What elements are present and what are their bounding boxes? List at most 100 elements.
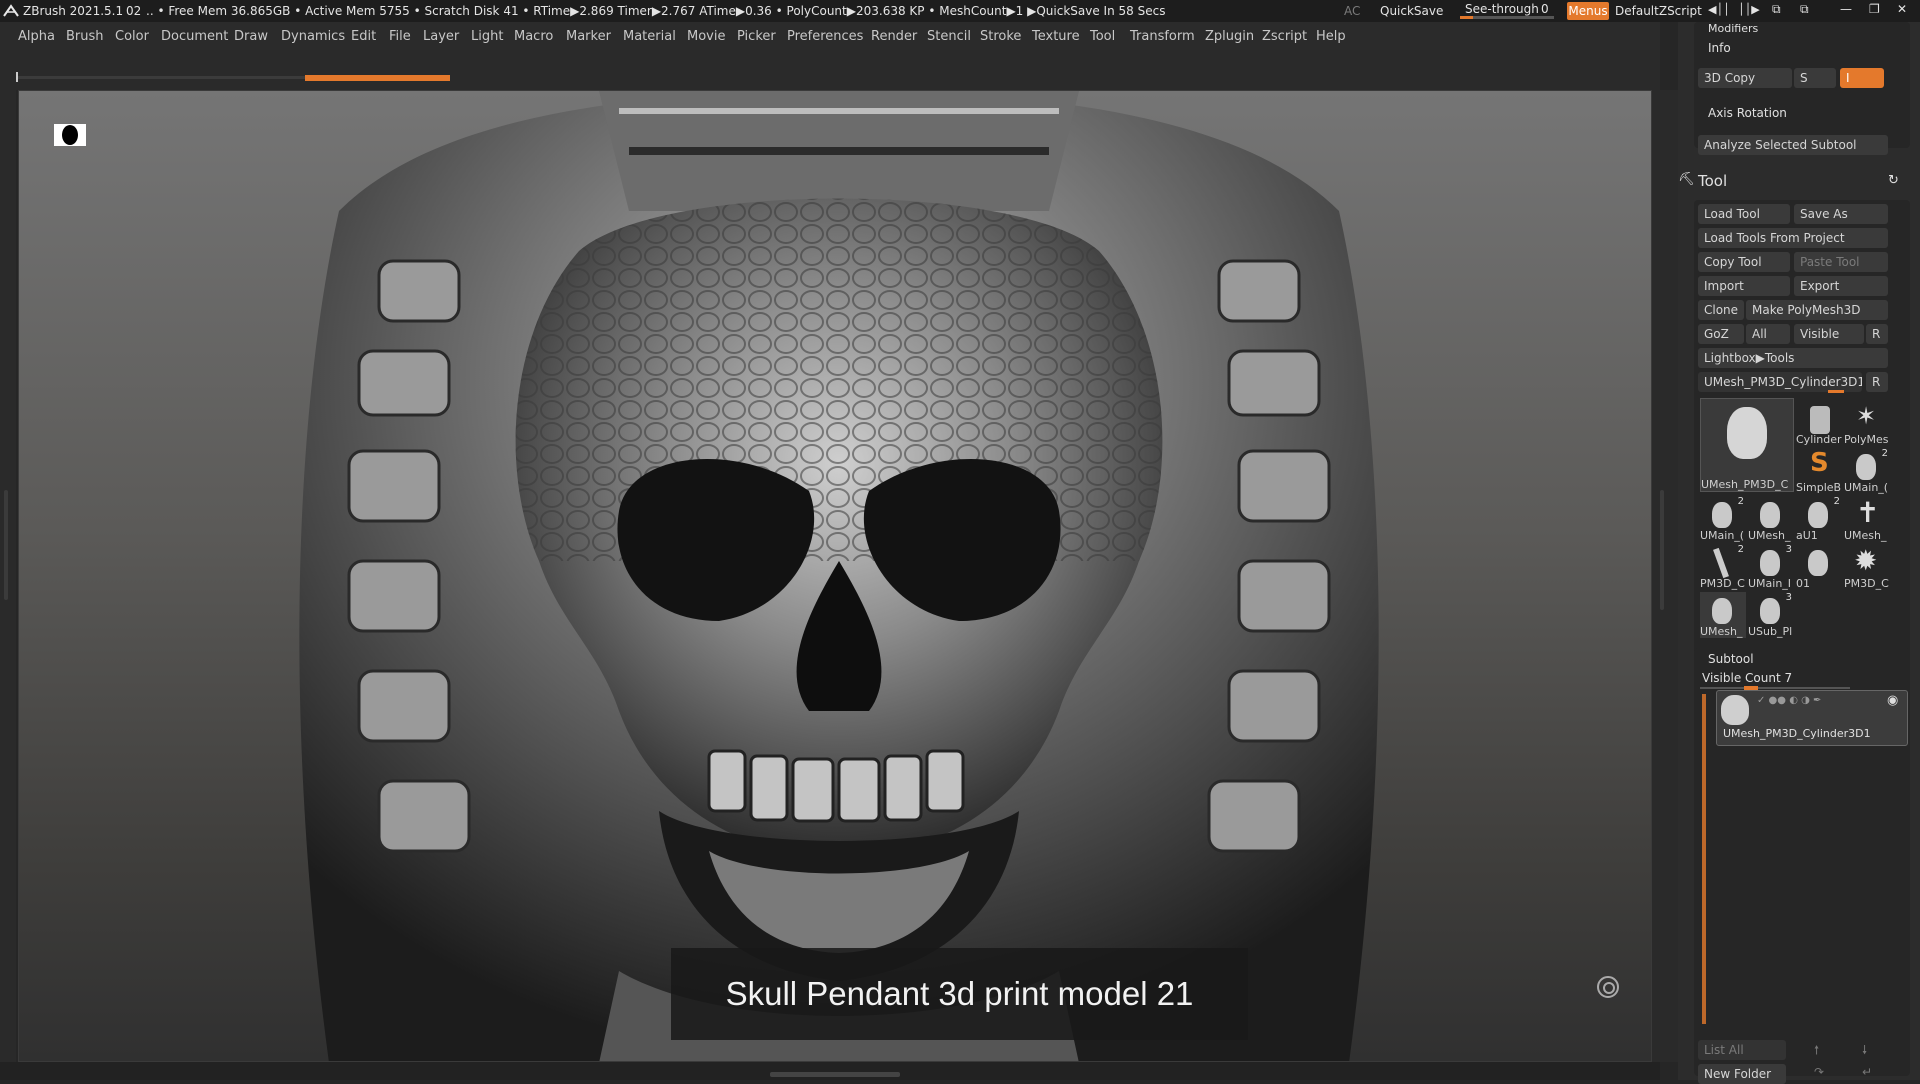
menu-stroke[interactable]: Stroke	[980, 29, 1021, 44]
quicksave-button[interactable]: QuickSave	[1380, 4, 1443, 18]
3d-copy-button[interactable]: 3D Copy	[1698, 68, 1792, 88]
ac-label[interactable]: AC	[1344, 4, 1360, 18]
menu-material[interactable]: Material	[623, 29, 676, 44]
folder-arrow-icon[interactable]: ↷	[1814, 1065, 1824, 1079]
subtool-icons[interactable]: ✓ ●● ◐ ◑ ✒	[1757, 695, 1821, 706]
goz-button[interactable]: GoZ	[1698, 324, 1744, 344]
tool-thumb[interactable]: ✶ PolyMes	[1844, 400, 1890, 446]
tool-thumb[interactable]: UMesh_	[1748, 496, 1794, 542]
move-down-icon[interactable]: 🠗	[1862, 1041, 1867, 1062]
default-zscript-button[interactable]: DefaultZScript	[1615, 4, 1702, 18]
paste-tool-button[interactable]: Paste Tool	[1794, 252, 1888, 272]
analyze-selected-subtool-button[interactable]: Analyze Selected Subtool	[1698, 135, 1888, 155]
goz-r-button[interactable]: R	[1866, 324, 1888, 344]
cross-icon: ✝	[1856, 496, 1880, 529]
canvas-viewport[interactable]	[18, 90, 1652, 1062]
clone-button[interactable]: Clone	[1698, 300, 1744, 320]
tool-thumb[interactable]: UMesh_	[1700, 592, 1746, 638]
tool-thumb[interactable]: 01	[1796, 544, 1842, 590]
tool-thumb[interactable]: 2 aU1	[1796, 496, 1842, 542]
subtool-scrollbar[interactable]	[1702, 694, 1706, 1024]
menu-document[interactable]: Document	[161, 29, 228, 44]
info-label[interactable]: Info	[1708, 41, 1731, 55]
close-icon[interactable]: ✕	[1897, 2, 1907, 16]
tool-pin-icon[interactable]: ⛏	[1678, 172, 1695, 187]
subtool-item[interactable]: ✓ ●● ◐ ◑ ✒ ◉ UMesh_PM3D_Cylinder3D1	[1716, 690, 1908, 746]
load-tools-from-project-button[interactable]: Load Tools From Project	[1698, 228, 1888, 248]
lightbox-tools-button[interactable]: Lightbox▶Tools	[1698, 348, 1888, 368]
goz-all-button[interactable]: All	[1746, 324, 1790, 344]
modifiers-label[interactable]: Modifiers	[1708, 22, 1758, 35]
tool-thumb[interactable]: S SimpleB	[1796, 448, 1842, 494]
minimize-icon[interactable]: —	[1840, 2, 1852, 16]
menu-preferences[interactable]: Preferences	[787, 29, 863, 44]
tool-thumb[interactable]: 2 UMain_(	[1844, 448, 1890, 494]
menu-draw[interactable]: Draw	[234, 29, 268, 44]
see-through-value: 0	[1541, 2, 1549, 16]
tool-thumb[interactable]: ✹ PM3D_C	[1844, 544, 1890, 590]
menu-dynamics[interactable]: Dynamics	[281, 29, 345, 44]
layout-arrows-left-icon[interactable]: ◀││	[1708, 3, 1730, 16]
menu-tool[interactable]: Tool	[1090, 29, 1115, 44]
menu-file[interactable]: File	[389, 29, 411, 44]
folder-arrow-down-icon[interactable]: ↵	[1862, 1065, 1872, 1079]
menu-zplugin[interactable]: Zplugin	[1205, 29, 1254, 44]
make-polymesh3d-button[interactable]: Make PolyMesh3D	[1746, 300, 1888, 320]
left-tray-handle[interactable]	[4, 490, 8, 600]
menu-macro[interactable]: Macro	[514, 29, 553, 44]
window-layout-icon[interactable]: ⧉	[1772, 2, 1781, 17]
menu-edit[interactable]: Edit	[351, 29, 376, 44]
move-up-icon[interactable]: 🠕	[1814, 1041, 1819, 1062]
tool-thumb[interactable]: 3 USub_Pl	[1748, 592, 1794, 638]
import-button[interactable]: Import	[1698, 276, 1790, 296]
window-swap-icon[interactable]: ⧉	[1800, 2, 1809, 17]
copy-tool-button[interactable]: Copy Tool	[1698, 252, 1790, 272]
menu-zscript[interactable]: Zscript	[1262, 29, 1307, 44]
layout-arrows-right-icon[interactable]: ││▶	[1738, 3, 1760, 16]
new-folder-button[interactable]: New Folder	[1698, 1064, 1786, 1084]
subtool-title[interactable]: Subtool	[1708, 652, 1754, 666]
menu-render[interactable]: Render	[871, 29, 917, 44]
current-tool-r-button[interactable]: R	[1866, 372, 1888, 392]
menu-transform[interactable]: Transform	[1130, 29, 1195, 44]
refresh-icon[interactable]: ↻	[1888, 173, 1899, 188]
menus-toggle-button[interactable]: Menus	[1567, 2, 1609, 20]
tool-thumb[interactable]: 2 UMain_(	[1700, 496, 1746, 542]
i-toggle-button[interactable]: I	[1840, 68, 1884, 88]
menu-picker[interactable]: Picker	[737, 29, 776, 44]
s-toggle-button[interactable]: S	[1794, 68, 1836, 88]
right-tray-handle[interactable]	[1660, 490, 1664, 610]
menu-texture[interactable]: Texture	[1032, 29, 1080, 44]
menu-help[interactable]: Help	[1316, 29, 1346, 44]
menu-alpha[interactable]: Alpha	[18, 29, 55, 44]
menu-layer[interactable]: Layer	[423, 29, 459, 44]
axis-rotation-label[interactable]: Axis Rotation	[1708, 106, 1787, 120]
visible-count-slider[interactable]: Visible Count 7	[1702, 671, 1792, 685]
current-tool-slider[interactable]: UMesh_PM3D_Cylinder3D1	[1698, 372, 1862, 392]
tool-thumb[interactable]: ✝ UMesh_	[1844, 496, 1890, 542]
tool-thumb[interactable]: 2 PM3D_C	[1700, 544, 1746, 590]
skull-thumbnail-icon	[1727, 407, 1767, 459]
tool-title[interactable]: Tool	[1698, 172, 1727, 190]
save-as-button[interactable]: Save As	[1794, 204, 1888, 224]
menu-color[interactable]: Color	[115, 29, 149, 44]
goz-visible-button[interactable]: Visible	[1794, 324, 1864, 344]
menu-light[interactable]: Light	[471, 29, 503, 44]
tool-thumb[interactable]: Cylinder	[1796, 400, 1842, 446]
menu-stencil[interactable]: Stencil	[927, 29, 971, 44]
eye-visibility-icon[interactable]: ◉	[1887, 693, 1898, 708]
list-all-button[interactable]: List All	[1698, 1040, 1786, 1060]
load-tool-button[interactable]: Load Tool	[1698, 204, 1790, 224]
maximize-icon[interactable]: ❐	[1869, 2, 1880, 16]
subtool-name: UMesh_PM3D_Cylinder3D1	[1723, 727, 1871, 740]
thumb-count: 2	[1737, 544, 1744, 555]
export-button[interactable]: Export	[1794, 276, 1888, 296]
menu-movie[interactable]: Movie	[687, 29, 725, 44]
current-tool-thumbnail[interactable]: UMesh_PM3D_C	[1700, 398, 1794, 492]
mesh-thumbnail-icon	[1856, 454, 1876, 480]
menu-marker[interactable]: Marker	[566, 29, 611, 44]
tool-thumb[interactable]: 3 UMain_I	[1748, 544, 1794, 590]
bottom-tray-handle[interactable]	[770, 1072, 900, 1077]
see-through-slider[interactable]	[1460, 16, 1554, 19]
menu-brush[interactable]: Brush	[66, 29, 104, 44]
